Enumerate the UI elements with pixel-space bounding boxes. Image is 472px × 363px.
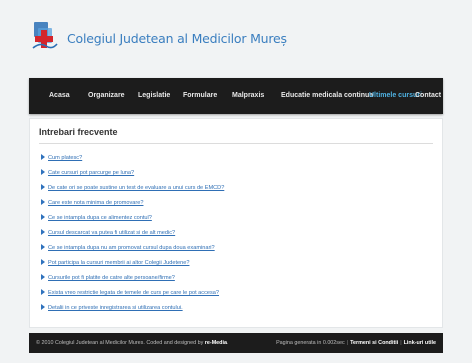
arrow-right-icon [41,244,45,250]
main-navigation: Acasa Organizare Legislatie Formulare Ma… [29,78,443,114]
faq-link[interactable]: Detalii in ce priveste inregistrarea si … [41,304,183,313]
title-divider [39,143,433,144]
footer-links: Pagina generata in 0.002sec | Termeni si C… [276,333,436,353]
arrow-right-icon [41,214,45,220]
site-title[interactable]: Colegiul Judetean al Medicilor Mureș [67,31,287,46]
footer-separator: | [346,340,349,346]
faq-link[interactable]: Exista vreo restrictie legata de temele … [41,289,219,298]
arrow-right-icon [41,229,45,235]
faq-link[interactable]: Cursurile pot fi platite de catre alte p… [41,274,175,283]
footer: © 2010 Colegiul Judetean al Medicilor Mu… [29,333,443,353]
faq-panel: Intrebari frecvente Cum platesc? Cate cu… [29,118,443,328]
logo-icon[interactable] [30,22,58,52]
terms-link[interactable]: Termeni si Conditii [350,340,398,346]
nav-item-acasa[interactable]: Acasa [49,78,70,114]
nav-item-ultimele-cursuri[interactable]: Ultimele cursuri [369,78,422,114]
arrow-right-icon [41,289,45,295]
faq-link[interactable]: De cate ori se poate sustine un test de … [41,184,224,193]
footer-copyright: © 2010 Colegiul Judetean al Medicilor Mu… [36,340,229,346]
useful-links-link[interactable]: Link-uri utile [404,340,436,346]
nav-item-legislatie[interactable]: Legislatie [138,78,170,114]
nav-item-formulare[interactable]: Formulare [183,78,217,114]
faq-link[interactable]: Ce se intampla dupa nu am promovat cursu… [41,244,215,253]
footer-separator: | [400,340,402,346]
faq-link[interactable]: Cursul descarcat va putea fi utilizat si… [41,229,175,238]
faq-link[interactable]: Care este nota minima de promovare? [41,199,143,208]
page-title: Intrebari frecvente [39,127,118,137]
nav-item-malpraxis[interactable]: Malpraxis [232,78,264,114]
designer-link[interactable]: re-Media [205,340,227,346]
nav-item-educatie-medicala[interactable]: Educatie medicala continua [281,78,373,114]
arrow-right-icon [41,259,45,265]
page: Colegiul Judetean al Medicilor Mureș Aca… [23,0,449,363]
arrow-right-icon [41,169,45,175]
arrow-right-icon [41,154,45,160]
faq-link[interactable]: Ce se intampla dupa ce alimentez contul? [41,214,152,223]
nav-item-contact[interactable]: Contact [415,78,441,114]
generation-time: Pagina generata in 0.002sec [276,340,345,346]
header: Colegiul Judetean al Medicilor Mureș [23,0,449,74]
arrow-right-icon [41,304,45,310]
faq-link[interactable]: Cate cursuri pot parcurge pe luna? [41,169,134,178]
arrow-right-icon [41,274,45,280]
faq-link[interactable]: Pot participa la cursuri membrii ai alto… [41,259,189,268]
arrow-right-icon [41,184,45,190]
faq-link[interactable]: Cum platesc? [41,154,82,163]
arrow-right-icon [41,199,45,205]
nav-item-organizare[interactable]: Organizare [88,78,125,114]
